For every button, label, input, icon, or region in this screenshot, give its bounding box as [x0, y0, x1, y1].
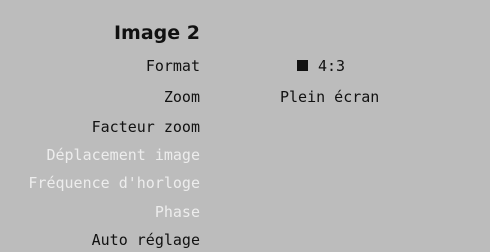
- menu-item-facteur-zoom[interactable]: Facteur zoom: [0, 118, 200, 136]
- zoom-value[interactable]: Plein écran: [280, 88, 379, 106]
- format-value: 4:3: [318, 57, 346, 75]
- selected-square-icon: [297, 60, 308, 71]
- menu-item-auto-reglage[interactable]: Auto réglage: [0, 231, 200, 249]
- menu-item-zoom[interactable]: Zoom: [0, 88, 200, 106]
- menu-title: Image 2: [113, 22, 200, 44]
- osd-menu-panel: Image 2 Format Zoom Facteur zoom Déplace…: [0, 0, 490, 252]
- menu-item-phase: Phase: [154, 203, 200, 221]
- format-value-row[interactable]: 4:3: [280, 57, 345, 75]
- menu-item-format[interactable]: Format: [0, 57, 200, 75]
- menu-item-deplacement-image: Déplacement image: [46, 146, 200, 164]
- menu-item-frequence-horloge: Fréquence d'horloge: [28, 174, 200, 192]
